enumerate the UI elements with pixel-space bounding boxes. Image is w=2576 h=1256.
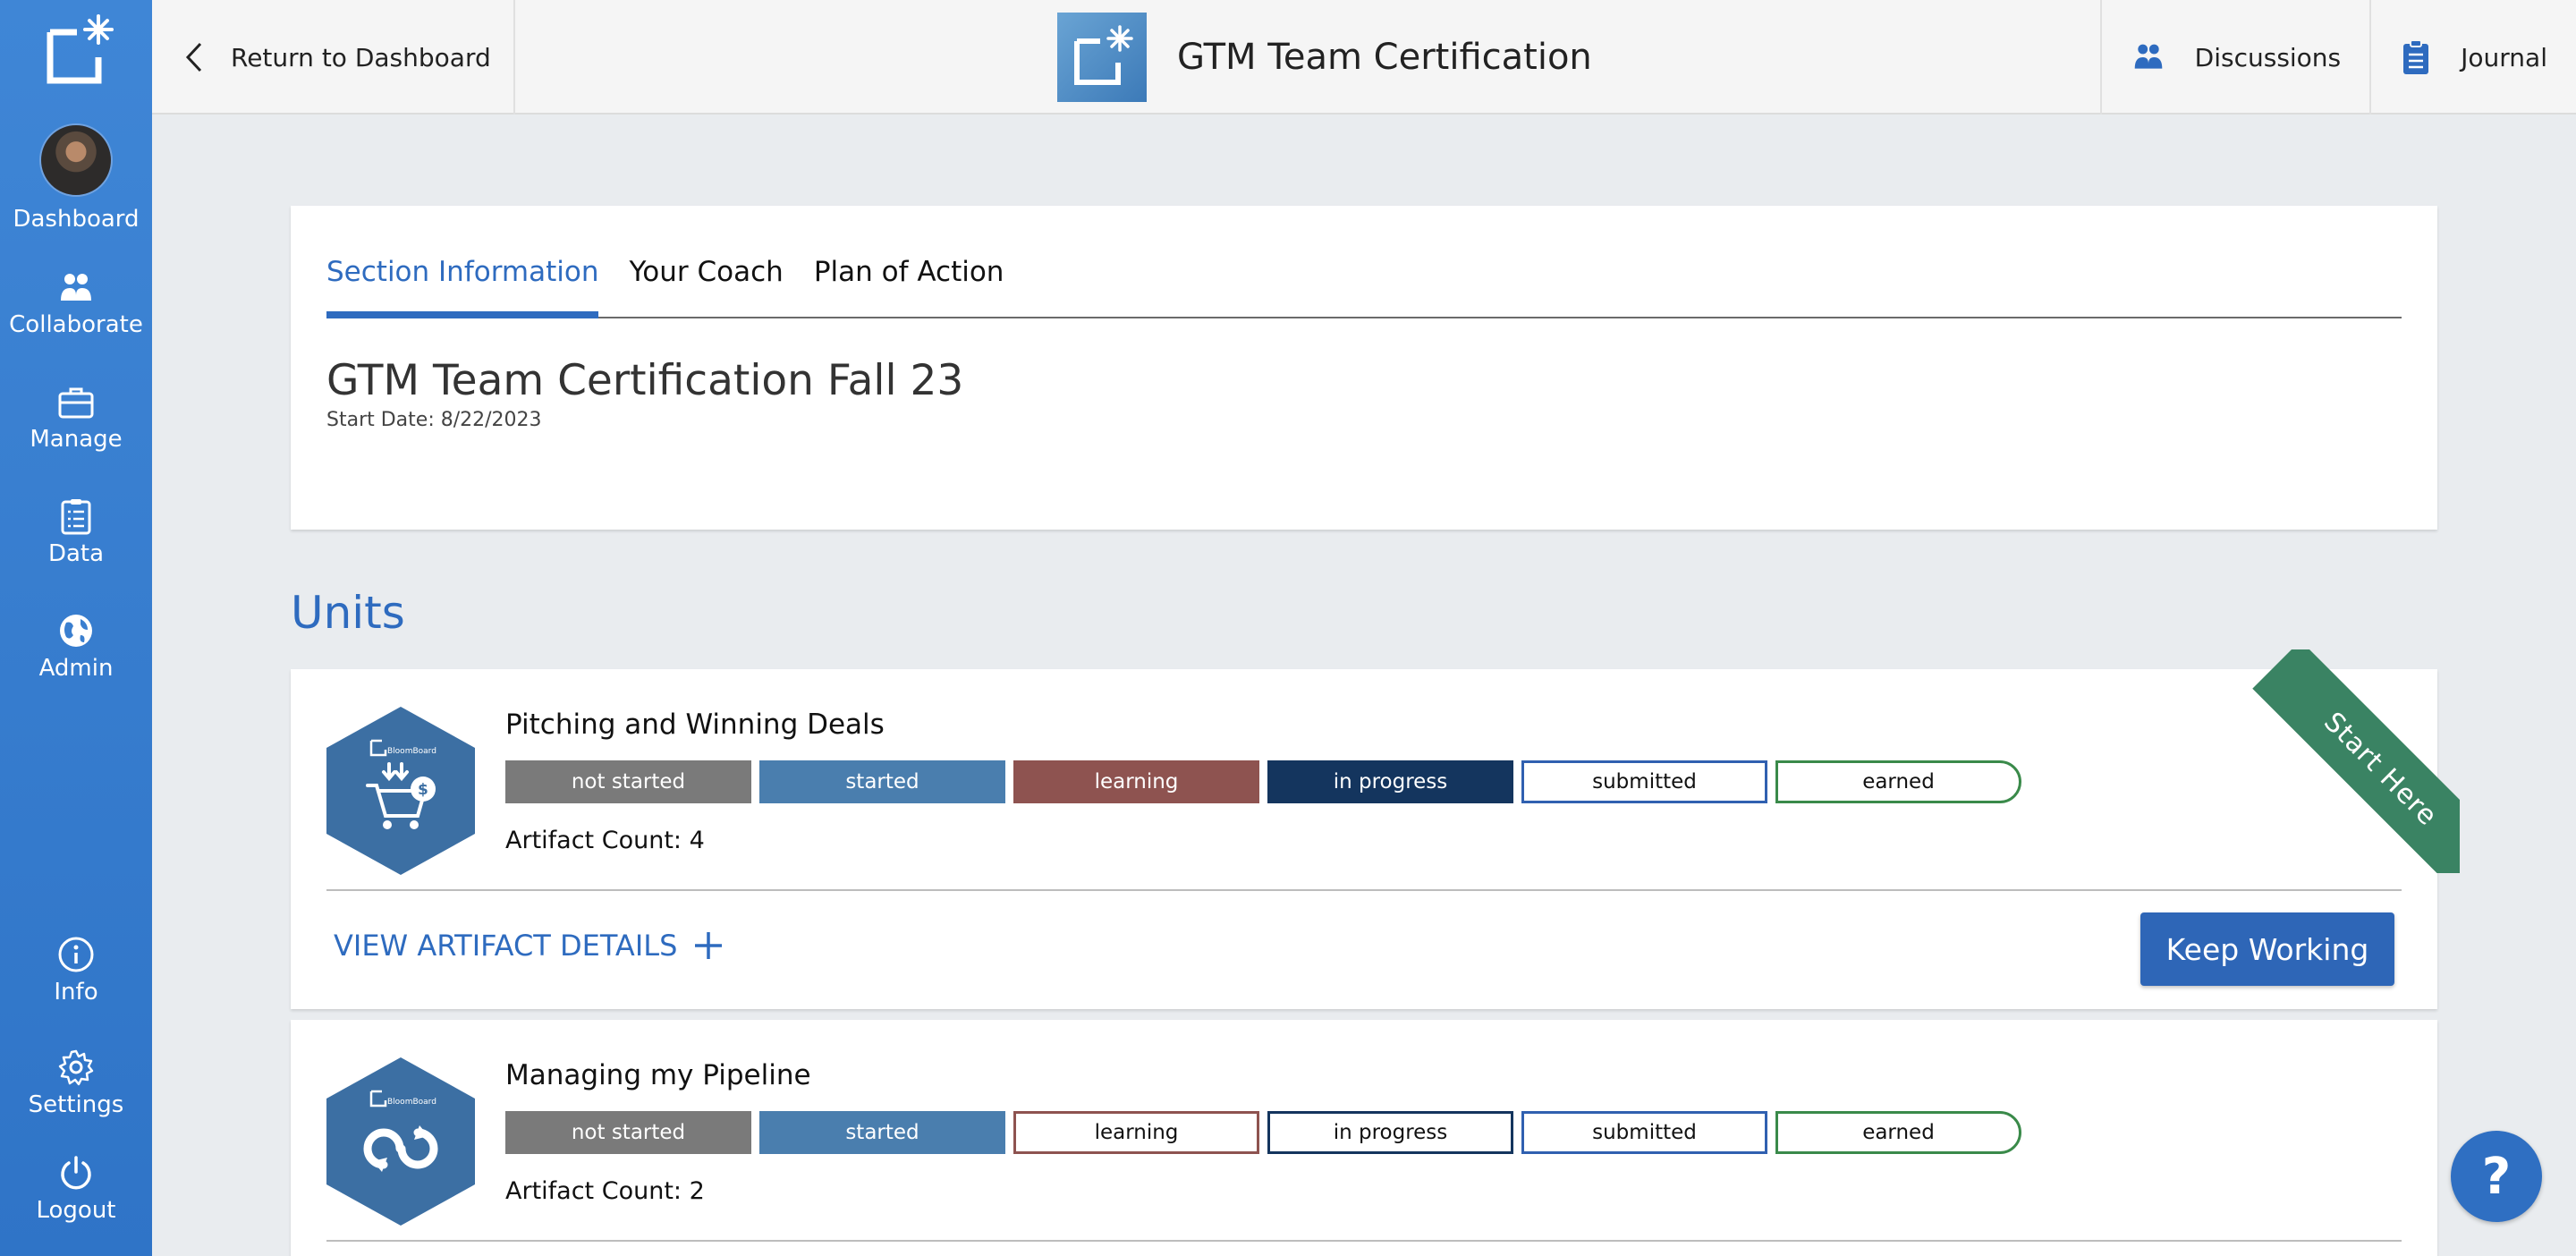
power-icon [61,1156,91,1190]
svg-text:$: $ [418,781,428,799]
sidebar-item-label: Manage [30,426,123,453]
divider [326,889,2402,891]
chevron-left-icon [185,42,202,72]
view-artifact-details-label: VIEW ARTIFACT DETAILS [334,929,678,963]
plus-icon [695,932,723,959]
view-artifact-details-link[interactable]: VIEW ARTIFACT DETAILS [334,929,724,963]
tab-your-coach[interactable]: Your Coach [629,256,783,317]
journal-label: Journal [2461,42,2547,72]
sidebar-item-manage[interactable]: Manage [0,385,152,453]
unit-title: Managing my Pipeline [505,1059,811,1091]
gear-icon [58,1049,94,1086]
unit-card: BloomBoard $ Pitching and Winning Deals … [291,669,2437,1009]
status-learning: learning [1013,1111,1259,1154]
avatar [39,123,113,197]
tab-plan-of-action[interactable]: Plan of Action [814,256,1004,317]
unit-title: Pitching and Winning Deals [505,709,885,741]
sidebar-item-info[interactable]: Info [0,936,152,1006]
badge-brand: BloomBoard [387,747,436,756]
sidebar-item-label: Settings [28,1091,124,1118]
badge-brand: BloomBoard [387,1098,436,1107]
unit-card: BloomBoard Managing my Pipeline not star… [291,1020,2437,1256]
sidebar-item-data[interactable]: Data [0,497,152,567]
status-started: started [759,760,1005,803]
journal-button[interactable]: Journal [2369,0,2576,115]
sidebar-item-admin[interactable]: Admin [0,612,152,682]
status-in-progress: in progress [1267,760,1513,803]
top-bar: Return to Dashboard GTM Team Certificati… [152,0,2576,115]
return-to-dashboard-label: Return to Dashboard [231,42,491,72]
program-logo [1057,13,1147,102]
shopping-cart-icon: BloomBoard $ [326,707,475,875]
top-actions: Discussions Journal [2099,0,2576,115]
divider [326,1240,2402,1242]
globe-icon [60,615,92,647]
sidebar-item-label: Data [47,540,105,567]
status-not-started: not started [505,760,751,803]
artifact-count: Artifact Count: 4 [505,827,705,854]
sidebar-item-label: Admin [38,655,114,682]
units-heading: Units [291,587,405,639]
status-track: not started started learning in progress… [505,760,2029,803]
status-earned: earned [1775,760,2021,803]
users-icon [2134,44,2162,69]
cycle-icon: BloomBoard [326,1057,475,1226]
sidebar-item-settings[interactable]: Settings [0,1048,152,1118]
keep-working-button[interactable]: Keep Working [2140,912,2394,986]
status-submitted: submitted [1521,1111,1767,1154]
clipboard-list-icon [61,499,91,535]
tab-bar: Section Information Your Coach Plan of A… [326,256,2402,318]
tab-section-information[interactable]: Section Information [326,256,599,318]
start-here-ribbon: Start Here [2236,649,2460,873]
briefcase-icon [58,387,94,419]
help-button[interactable]: ? [2451,1131,2542,1222]
status-not-started: not started [505,1111,751,1154]
sidebar-item-label: Logout [36,1197,116,1224]
status-learning: learning [1013,760,1259,803]
users-icon [61,274,91,301]
section-tabs: Section Information Your Coach Plan of A… [326,256,2402,526]
sidebar: Dashboard Collaborate Manage Data Admin … [0,0,152,1256]
return-to-dashboard-button[interactable]: Return to Dashboard [152,0,515,115]
status-started: started [759,1111,1005,1154]
bloomboard-logo[interactable] [41,13,118,89]
clipboard-icon [2403,39,2429,74]
status-track: not started started learning in progress… [505,1111,2029,1154]
program-header: GTM Team Certification [1057,13,1592,102]
discussions-label: Discussions [2194,42,2342,72]
sidebar-item-logout[interactable]: Logout [0,1154,152,1224]
info-icon [58,937,94,972]
sidebar-item-dashboard[interactable]: Dashboard [0,123,152,233]
discussions-button[interactable]: Discussions [2099,0,2370,115]
status-earned: earned [1775,1111,2021,1154]
page-title: GTM Team Certification [1177,37,1592,78]
sidebar-item-label: Collaborate [9,311,143,338]
sidebar-item-label: Dashboard [13,206,140,233]
sidebar-item-label: Info [54,979,98,1006]
ribbon-label: Start Here [2252,649,2460,873]
status-submitted: submitted [1521,760,1767,803]
section-card: Section Information Your Coach Plan of A… [291,206,2437,530]
artifact-count: Artifact Count: 2 [505,1177,705,1205]
status-in-progress: in progress [1267,1111,1513,1154]
section-title: GTM Team Certification Fall 23 [326,356,964,405]
bloomboard-icon [1074,25,1133,85]
start-date: Start Date: 8/22/2023 [326,409,542,431]
sidebar-item-collaborate[interactable]: Collaborate [0,270,152,338]
